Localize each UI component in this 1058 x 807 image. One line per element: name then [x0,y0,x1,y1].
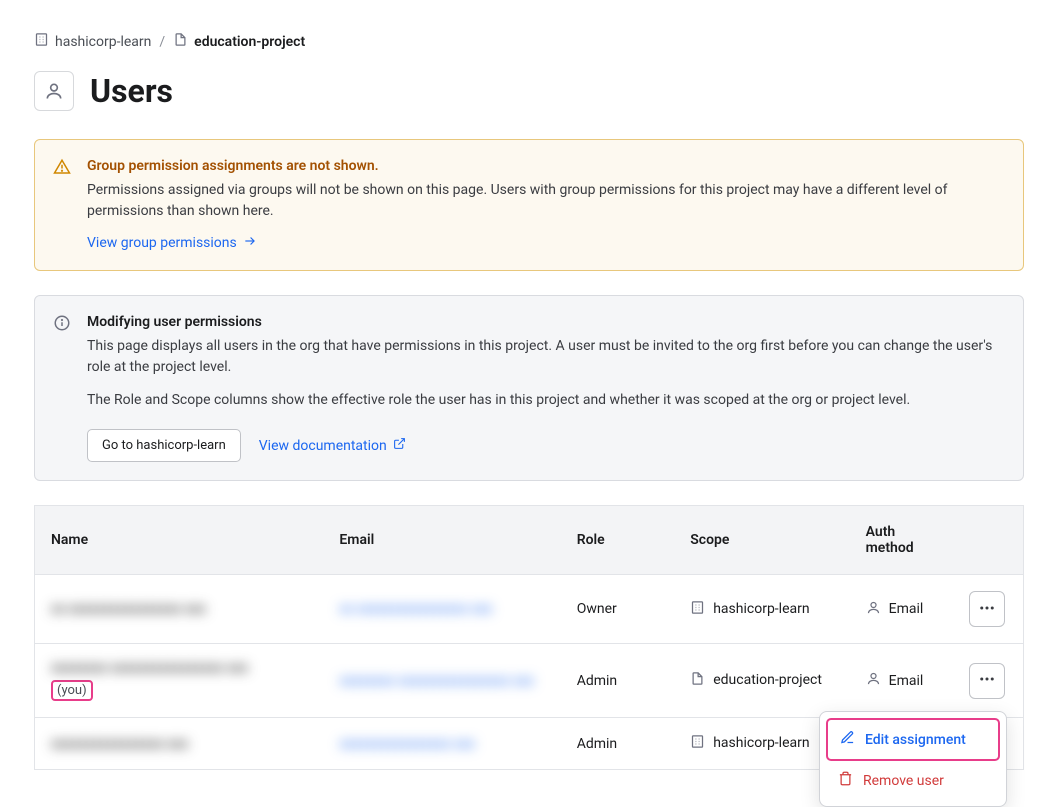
row-actions-button[interactable] [969,591,1005,627]
breadcrumb: hashicorp-learn / education-project [34,32,1024,51]
alert-info-body1: This page displays all users in the org … [87,336,1005,378]
auth-cell: Email [866,600,937,619]
edit-label: Edit assignment [865,732,966,748]
th-actions [953,506,1024,575]
goto-org-button[interactable]: Go to hashicorp-learn [87,429,241,462]
alert-info-title: Modifying user permissions [87,314,1005,330]
dots-icon [978,599,996,620]
external-link-icon [393,437,406,454]
breadcrumb-org[interactable]: hashicorp-learn [34,32,151,51]
role-cell: Admin [561,644,675,718]
th-auth: Auth method [850,506,953,575]
user-email-blurred: xxxxxxxxxxxxxxxx xxx [339,736,544,752]
doc-link-label: View documentation [259,438,387,454]
alert-info-actions: Go to hashicorp-learn View documentation [87,429,1005,462]
breadcrumb-separator: / [159,34,165,50]
arrow-right-icon [243,234,257,252]
row-actions-menu: Edit assignment Remove user [819,711,1007,807]
page-header: Users [34,71,1024,111]
th-scope: Scope [674,506,849,575]
breadcrumb-project-label: education-project [194,34,305,50]
user-email-blurred: xxxxxxxx xxxxxxxxxxxxxxxx xxx [339,673,544,689]
user-name-blurred: xxxxxxxxxxxxxxxx xxx [51,736,307,752]
edit-icon [840,730,855,749]
building-icon [690,600,705,619]
role-cell: Admin [561,718,675,770]
trash-icon [838,771,853,790]
scope-cell: hashicorp-learn [690,600,833,619]
breadcrumb-project[interactable]: education-project [173,32,305,51]
scope-cell: education-project [690,671,833,690]
remove-label: Remove user [863,773,944,789]
users-table: Name Email Role Scope Auth method xx xxx… [34,505,1024,770]
th-email: Email [323,506,560,575]
auth-cell: Email [866,671,937,690]
alert-warning-title: Group permission assignments are not sho… [87,158,1005,174]
edit-assignment-item[interactable]: Edit assignment [826,718,1000,761]
role-cell: Owner [561,575,675,644]
view-documentation-link[interactable]: View documentation [259,437,406,454]
building-icon [690,734,705,753]
user-icon [866,671,881,690]
th-name: Name [35,506,324,575]
view-group-permissions-link[interactable]: View group permissions [87,234,257,252]
user-name-blurred: xxxxxxxx xxxxxxxxxxxxxxxx xxx [51,660,307,676]
table-row: xx xxxxxxxxxxxxxxxx xxx xx xxxxxxxxxxxxxx… [35,575,1024,644]
alert-info: Modifying user permissions This page dis… [34,295,1024,481]
dots-icon [978,670,996,691]
auth-label: Email [889,673,924,689]
auth-label: Email [889,601,924,617]
you-badge: (you) [51,680,93,701]
scope-cell: hashicorp-learn [690,734,833,753]
breadcrumb-org-label: hashicorp-learn [55,34,151,50]
file-icon [173,32,188,51]
building-icon [34,32,49,51]
link-label: View group permissions [87,235,237,251]
user-icon [866,600,881,619]
th-role: Role [561,506,675,575]
alert-info-body2: The Role and Scope columns show the effe… [87,390,1005,411]
remove-user-item[interactable]: Remove user [826,761,1000,800]
scope-label: hashicorp-learn [713,601,809,618]
table-row: xxxxxxxx xxxxxxxxxxxxxxxx xxx (you) xxxxxx… [35,644,1024,718]
info-icon [53,314,71,336]
user-name-blurred: xx xxxxxxxxxxxxxxxx xxx [51,601,307,617]
user-email-blurred: xx xxxxxxxxxxxxxxxx xxx [339,601,544,617]
page-title: Users [90,72,173,110]
alert-warning-body: Permissions assigned via groups will not… [87,180,1005,222]
scope-label: hashicorp-learn [713,735,809,752]
row-actions-button[interactable] [969,663,1005,699]
users-icon [34,71,74,111]
warning-icon [53,158,71,180]
scope-label: education-project [713,672,822,689]
file-icon [690,671,705,690]
alert-warning: Group permission assignments are not sho… [34,139,1024,271]
